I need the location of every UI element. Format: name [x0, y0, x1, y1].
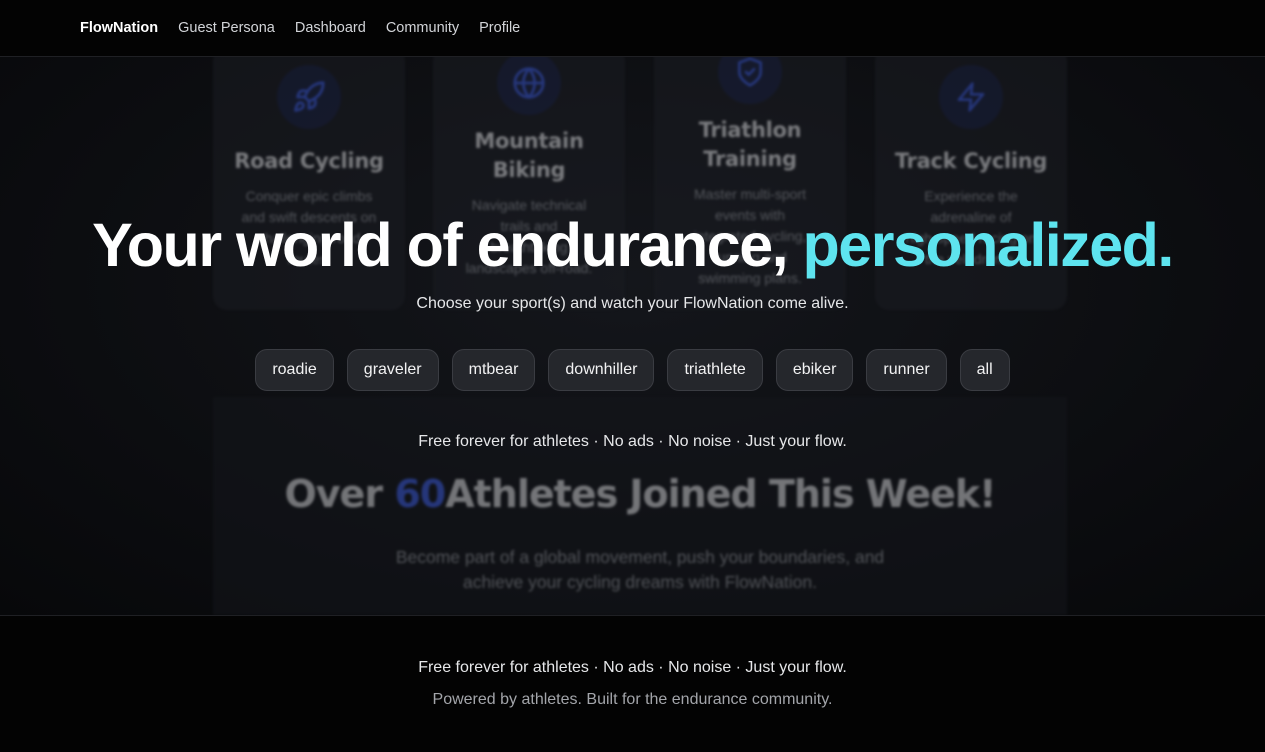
- stats-section: Over 60Athletes Joined This Week! Become…: [213, 397, 1067, 615]
- hero-title: Your world of endurance, personalized.: [92, 211, 1175, 279]
- nav-link-community[interactable]: Community: [386, 20, 459, 36]
- card-title: Road Cycling: [234, 149, 384, 173]
- lightning-icon: [939, 65, 1003, 129]
- chip-mtbear[interactable]: mtbear: [451, 349, 536, 391]
- chip-ebiker[interactable]: ebiker: [775, 349, 854, 391]
- rocket-icon: [277, 65, 341, 129]
- chip-downhiller[interactable]: downhiller: [548, 349, 655, 391]
- top-navbar: FlowNation Guest Persona Dashboard Commu…: [0, 0, 1265, 57]
- chip-roadie[interactable]: roadie: [255, 349, 334, 391]
- hero-title-accent: personalized.: [802, 211, 1175, 279]
- footer-tagline: Free forever for athletes · No ads · No …: [418, 659, 847, 676]
- tagline: Free forever for athletes · No ads · No …: [418, 433, 847, 450]
- stats-heading: Over 60Athletes Joined This Week!: [284, 472, 996, 516]
- chip-all[interactable]: all: [959, 349, 1010, 391]
- background-preview: Road Cycling Conquer epic climbs and swif…: [0, 57, 1265, 615]
- nav-link-guest-persona[interactable]: Guest Persona: [178, 20, 275, 36]
- card-title: Triathlon Training: [698, 118, 802, 171]
- hero-subtitle: Choose your sport(s) and watch your Flow…: [416, 295, 849, 312]
- globe-icon: [497, 57, 561, 115]
- shield-check-icon: [718, 57, 782, 104]
- chip-runner[interactable]: runner: [866, 349, 947, 391]
- nav-link-dashboard[interactable]: Dashboard: [295, 20, 366, 36]
- footer-credit: Powered by athletes. Built for the endur…: [432, 691, 833, 708]
- athlete-count: 60: [394, 472, 446, 516]
- card-title: Mountain Biking: [474, 129, 584, 182]
- card-title: Track Cycling: [894, 149, 1048, 173]
- sport-chip-group: roadie graveler mtbear downhiller triath…: [0, 349, 1265, 391]
- footer: Free forever for athletes · No ads · No …: [0, 615, 1265, 752]
- stats-subtext: Become part of a global movement, push y…: [395, 547, 885, 592]
- nav-link-profile[interactable]: Profile: [479, 20, 520, 36]
- chip-triathlete[interactable]: triathlete: [667, 349, 763, 391]
- chip-graveler[interactable]: graveler: [346, 349, 439, 391]
- brand-logo[interactable]: FlowNation: [80, 20, 158, 36]
